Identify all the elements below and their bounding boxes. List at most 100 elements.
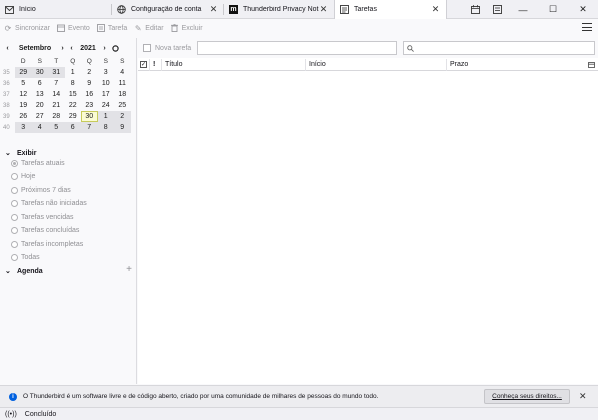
day-cell[interactable]: 7 bbox=[48, 78, 65, 89]
maximize-icon[interactable]: ☐ bbox=[538, 0, 568, 19]
day-cell[interactable]: 25 bbox=[114, 100, 131, 111]
column-completed[interactable]: ✓ bbox=[138, 58, 150, 71]
day-cell[interactable]: 5 bbox=[15, 78, 32, 89]
close-icon[interactable]: ✕ bbox=[579, 391, 587, 402]
filter-option[interactable]: Próximos 7 dias bbox=[11, 187, 71, 194]
day-cell[interactable]: 10 bbox=[98, 78, 115, 89]
tab-tarefas[interactable]: Tarefas ✕ bbox=[334, 0, 447, 19]
tab-privacy-notice[interactable]: m Thunderbird Privacy Notice ✕ bbox=[224, 0, 334, 19]
radio-button[interactable] bbox=[11, 200, 18, 207]
day-cell[interactable]: 17 bbox=[98, 89, 115, 100]
filter-option[interactable]: Hoje bbox=[11, 173, 35, 180]
day-cell[interactable]: 13 bbox=[32, 89, 49, 100]
prev-year-icon[interactable]: ‹ bbox=[67, 45, 76, 52]
day-cell[interactable]: 23 bbox=[81, 100, 98, 111]
filter-option[interactable]: Tarefas atuais bbox=[11, 160, 65, 167]
filter-section-header[interactable]: ⌄ Exibir bbox=[5, 149, 36, 158]
day-cell[interactable]: 2 bbox=[114, 111, 131, 122]
tab-inicio[interactable]: Início bbox=[0, 0, 112, 19]
radio-button[interactable] bbox=[11, 214, 18, 221]
column-start[interactable]: Início bbox=[306, 58, 447, 71]
day-cell[interactable]: 9 bbox=[114, 122, 131, 133]
day-cell[interactable]: 8 bbox=[97, 122, 114, 133]
close-icon[interactable]: ✕ bbox=[319, 4, 328, 15]
day-cell[interactable]: 6 bbox=[64, 122, 81, 133]
window-close-icon[interactable]: ✕ bbox=[568, 0, 598, 19]
radio-button[interactable] bbox=[11, 187, 18, 194]
next-year-icon[interactable]: › bbox=[100, 45, 109, 52]
day-cell[interactable]: 20 bbox=[32, 100, 49, 111]
radio-button[interactable] bbox=[11, 241, 18, 248]
today-icon[interactable] bbox=[111, 44, 120, 53]
day-cell[interactable]: 3 bbox=[98, 67, 115, 78]
prev-month-icon[interactable]: ‹ bbox=[3, 45, 12, 52]
column-picker-icon[interactable] bbox=[587, 59, 598, 71]
task-search-input[interactable] bbox=[403, 41, 595, 55]
day-cell[interactable]: 4 bbox=[114, 67, 131, 78]
day-cell[interactable]: 15 bbox=[65, 89, 82, 100]
filter-option[interactable]: Tarefas incompletas bbox=[11, 241, 83, 248]
day-cell[interactable]: 8 bbox=[65, 78, 82, 89]
new-task-input[interactable] bbox=[197, 41, 397, 55]
day-cell[interactable]: 24 bbox=[98, 100, 115, 111]
column-priority[interactable]: ! bbox=[150, 58, 162, 71]
week-row: 37 12 13 14 15 16 17 18 bbox=[3, 89, 135, 100]
add-icon[interactable]: + bbox=[126, 264, 132, 275]
tasks-toggle-icon[interactable] bbox=[486, 0, 508, 19]
minimonth-header: ‹ Setembro › ‹ 2021 › bbox=[3, 41, 135, 55]
day-cell[interactable]: 9 bbox=[81, 78, 98, 89]
tab-account-settings[interactable]: Configuração de conta ✕ bbox=[112, 0, 224, 19]
know-your-rights-button[interactable]: Conheça seus direitos... bbox=[484, 389, 570, 404]
day-cell[interactable]: 6 bbox=[32, 78, 49, 89]
new-task-bar: Nova tarefa bbox=[138, 38, 598, 58]
radio-button[interactable] bbox=[11, 227, 18, 234]
new-task-toolbar-button[interactable]: Tarefa bbox=[96, 24, 127, 32]
new-event-button[interactable]: Evento bbox=[57, 24, 90, 32]
day-cell[interactable]: 18 bbox=[114, 89, 131, 100]
filter-option[interactable]: Tarefas não iniciadas bbox=[11, 200, 87, 207]
day-cell[interactable]: 21 bbox=[48, 100, 65, 111]
day-cell[interactable]: 29 bbox=[65, 111, 82, 122]
calendar-toggle-icon[interactable] bbox=[464, 0, 486, 19]
day-cell[interactable]: 27 bbox=[32, 111, 49, 122]
minimize-icon[interactable]: — bbox=[508, 0, 538, 19]
day-cell[interactable]: 7 bbox=[81, 122, 98, 133]
hamburger-menu-icon[interactable] bbox=[582, 22, 592, 32]
day-cell[interactable]: 22 bbox=[65, 100, 82, 111]
day-cell[interactable]: 26 bbox=[15, 111, 32, 122]
next-month-icon[interactable]: › bbox=[58, 45, 67, 52]
day-cell[interactable]: 19 bbox=[15, 100, 32, 111]
filter-option[interactable]: Tarefas concluídas bbox=[11, 227, 79, 234]
close-icon[interactable]: ✕ bbox=[431, 4, 440, 15]
filter-option[interactable]: Todas bbox=[11, 254, 40, 261]
day-cell[interactable]: 1 bbox=[65, 67, 82, 78]
day-cell[interactable]: 29 bbox=[15, 67, 32, 78]
filter-option[interactable]: Tarefas vencidas bbox=[11, 214, 74, 221]
day-cell[interactable]: 2 bbox=[81, 67, 98, 78]
day-cell[interactable]: 16 bbox=[81, 89, 98, 100]
day-cell[interactable]: 4 bbox=[31, 122, 48, 133]
column-due[interactable]: Prazo bbox=[447, 59, 587, 71]
edit-button[interactable]: ✎ Editar bbox=[134, 24, 164, 33]
day-cell[interactable]: 3 bbox=[15, 122, 32, 133]
radio-button[interactable] bbox=[11, 254, 18, 261]
sync-button[interactable]: ⟳ Sincronizar bbox=[4, 24, 50, 33]
close-icon[interactable]: ✕ bbox=[209, 4, 218, 15]
day-cell[interactable]: 12 bbox=[15, 89, 32, 100]
new-task-button[interactable]: Nova tarefa bbox=[143, 44, 195, 52]
day-cell[interactable]: 30 bbox=[31, 67, 48, 78]
day-cell[interactable]: 28 bbox=[48, 111, 65, 122]
day-cell[interactable]: 14 bbox=[48, 89, 65, 100]
day-cell[interactable]: 11 bbox=[114, 78, 131, 89]
radio-button[interactable] bbox=[11, 173, 18, 180]
day-cell[interactable]: 31 bbox=[48, 67, 65, 78]
day-cell[interactable]: 5 bbox=[48, 122, 65, 133]
event-label: Evento bbox=[68, 24, 90, 32]
day-cell[interactable]: 1 bbox=[97, 111, 114, 122]
radio-button[interactable] bbox=[11, 160, 18, 167]
day-cell-today[interactable]: 30 bbox=[81, 111, 98, 122]
column-title[interactable]: Título bbox=[162, 58, 306, 71]
online-status-icon[interactable]: ((•)) bbox=[5, 411, 17, 418]
agenda-section-header[interactable]: ⌄ Agenda bbox=[5, 267, 43, 276]
delete-button[interactable]: Excluir bbox=[171, 24, 203, 32]
